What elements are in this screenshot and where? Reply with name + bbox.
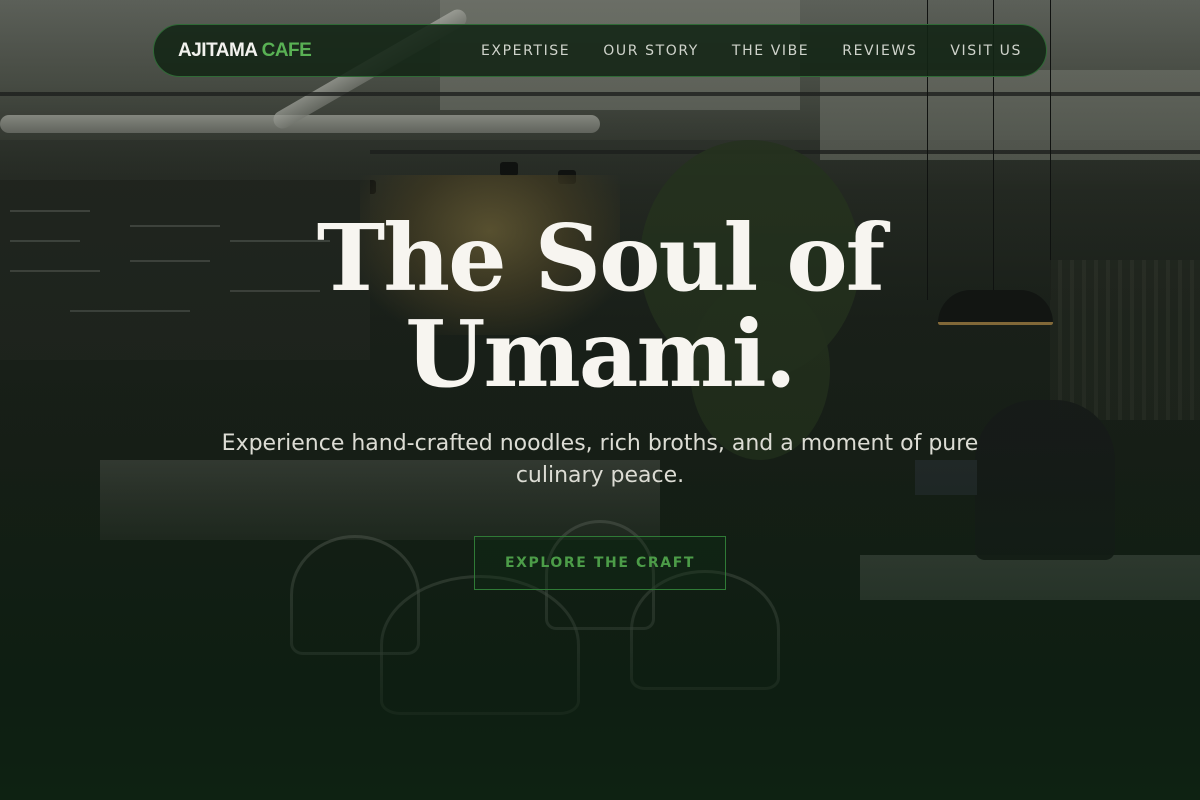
headline-line-1: The Soul of (316, 204, 886, 312)
hero-subtitle: Experience hand-crafted noodles, rich br… (221, 431, 979, 488)
logo-primary: AJITAMA (178, 39, 257, 61)
hero-section: The Soul of Umami. Experience hand-craft… (0, 210, 1200, 590)
nav-link-visit-us[interactable]: VISIT US (950, 43, 1022, 59)
headline-line-2: Umami. (405, 300, 797, 408)
site-logo[interactable]: AJITAMA CAFE (178, 39, 312, 62)
top-navigation: AJITAMA CAFE EXPERTISE OUR STORY THE VIB… (153, 24, 1047, 77)
nav-link-the-vibe[interactable]: THE VIBE (732, 43, 809, 59)
nav-links: EXPERTISE OUR STORY THE VIBE REVIEWS VIS… (481, 43, 1022, 59)
nav-link-reviews[interactable]: REVIEWS (842, 43, 917, 59)
explore-craft-button[interactable]: EXPLORE THE CRAFT (474, 536, 726, 590)
logo-accent: CAFE (261, 39, 312, 61)
hero-headline: The Soul of Umami. (0, 210, 1200, 402)
nav-link-expertise[interactable]: EXPERTISE (481, 43, 570, 59)
nav-link-our-story[interactable]: OUR STORY (603, 43, 699, 59)
